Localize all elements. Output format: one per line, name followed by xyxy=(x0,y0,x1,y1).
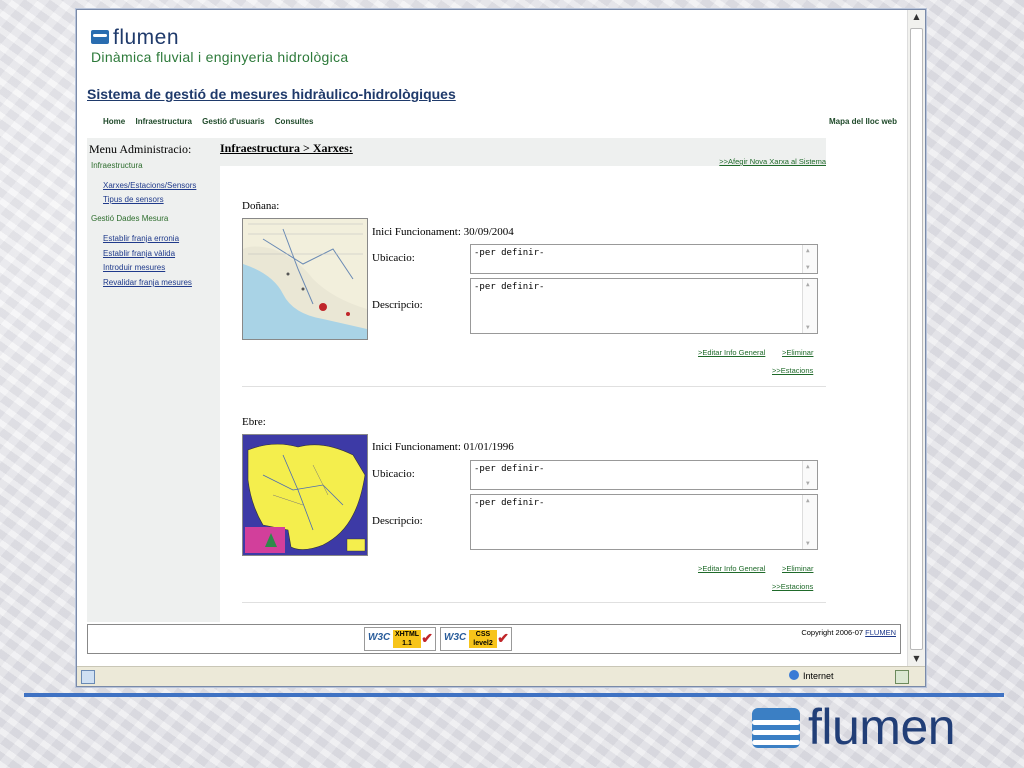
sidebar-group-dades-mesura: Gestió Dades Mesura xyxy=(91,214,169,223)
ebre-stations-link[interactable]: >>Estacions xyxy=(772,582,813,591)
check-icon: ✔ xyxy=(497,630,509,646)
donana-start-label-text: Inici Funcionament: xyxy=(372,226,461,238)
nav-infraestructura[interactable]: Infraestructura xyxy=(135,117,191,126)
flumen-footer-link[interactable]: FLUMEN xyxy=(865,628,896,637)
resize-grip-icon xyxy=(895,670,909,684)
textbox-scrollbar[interactable] xyxy=(802,461,817,489)
ebre-delete-link[interactable]: >Eliminar xyxy=(782,564,813,573)
donana-ubicacio-label: Ubicacio: xyxy=(372,252,415,264)
xhtml-badge-label: XHTML 1.1 xyxy=(393,630,421,648)
ebre-ubicacio-value: -per definir- xyxy=(474,464,545,474)
donana-descripcio-field[interactable]: -per definir- xyxy=(470,278,818,334)
w3c-logo-text: W3C xyxy=(444,632,467,643)
css-badge-label: CSS level2 xyxy=(469,630,497,648)
donana-start-date: 30/09/2004 xyxy=(463,226,514,238)
copyright-text: Copyright 2006-07 xyxy=(801,628,864,637)
donana-edit-link[interactable]: >Editar Info General xyxy=(698,348,765,357)
add-network-link[interactable]: >>Afegir Nova Xarxa al Sistema xyxy=(719,157,826,166)
donana-ubicacio-value: -per definir- xyxy=(474,248,545,258)
ebre-edit-link[interactable]: >Editar Info General xyxy=(698,564,765,573)
nav-home[interactable]: Home xyxy=(103,117,125,126)
section-divider xyxy=(242,602,826,603)
nav-consultes[interactable]: Consultes xyxy=(275,117,314,126)
network-name-donana: Doñana: xyxy=(242,200,280,212)
page-scrollbar[interactable]: ▲ ▼ xyxy=(907,10,925,666)
donana-map-image xyxy=(242,218,368,340)
ebre-start-label-text: Inici Funcionament: xyxy=(372,441,461,453)
browser-window: flumen Dinàmica fluvial i enginyeria hid… xyxy=(76,9,926,687)
sidebar-heading: Menu Administracio: xyxy=(89,142,192,156)
scroll-up-arrow-icon[interactable]: ▲ xyxy=(908,10,925,24)
flumen-logo-icon xyxy=(91,30,109,44)
ebre-descripcio-value: -per definir- xyxy=(474,498,545,508)
sidebar-link-revalidar[interactable]: Revalidar franja mesures xyxy=(103,278,192,287)
ebre-descripcio-label: Descripcio: xyxy=(372,515,423,527)
scroll-down-arrow-icon[interactable]: ▼ xyxy=(908,652,925,666)
sidebar-link-introduir-mesures[interactable]: Introduir mesures xyxy=(103,263,165,272)
donana-descripcio-value: -per definir- xyxy=(474,282,545,292)
check-icon: ✔ xyxy=(421,630,433,646)
browser-status-bar: Internet xyxy=(77,666,925,686)
section-divider xyxy=(242,386,826,387)
site-tagline: Dinàmica fluvial i enginyeria hidrològic… xyxy=(91,49,349,65)
nav-gestio-usuaris[interactable]: Gestió d'usuaris xyxy=(202,117,264,126)
sidebar-link-tipus-sensors[interactable]: Tipus de sensors xyxy=(103,195,164,204)
page-status-icon xyxy=(81,670,95,684)
sidebar-link-franja-valida[interactable]: Establir franja vàlida xyxy=(103,249,175,258)
donana-delete-link[interactable]: >Eliminar xyxy=(782,348,813,357)
breadcrumb: Infraestructura > Xarxes: xyxy=(220,141,353,155)
ebre-map-image xyxy=(242,434,368,556)
sidebar-link-franja-erronia[interactable]: Establir franja erronia xyxy=(103,234,179,243)
slide-logo-text: flumen xyxy=(808,699,956,755)
web-page: flumen Dinàmica fluvial i enginyeria hid… xyxy=(77,10,907,666)
top-navigation: Home Infraestructura Gestió d'usuaris Co… xyxy=(103,117,321,126)
textbox-scrollbar[interactable] xyxy=(802,495,817,549)
ebre-start-label: Inici Funcionament: 01/01/1996 xyxy=(372,441,514,453)
security-zone-label: Internet xyxy=(803,671,834,681)
textbox-scrollbar[interactable] xyxy=(802,245,817,273)
donana-stations-link[interactable]: >>Estacions xyxy=(772,366,813,375)
network-name-ebre: Ebre: xyxy=(242,416,266,428)
copyright: Copyright 2006-07 FLUMEN xyxy=(801,628,896,637)
sidebar-link-xarxes[interactable]: Xarxes/Estacions/Sensors xyxy=(103,181,196,190)
scrollbar-thumb[interactable] xyxy=(910,28,923,650)
page-title: Sistema de gestió de mesures hidràulico-… xyxy=(87,86,456,102)
ebre-descripcio-field[interactable]: -per definir- xyxy=(470,494,818,550)
site-logo-text: flumen xyxy=(113,26,180,49)
donana-descripcio-label: Descripcio: xyxy=(372,299,423,311)
flumen-slide-logo-icon xyxy=(752,708,800,748)
donana-ubicacio-field[interactable]: -per definir- xyxy=(470,244,818,274)
main-content: Infraestructura > Xarxes: >>Afegir Nova … xyxy=(220,138,826,622)
sidebar-group-infraestructura: Infraestructura xyxy=(91,161,143,170)
internet-zone-icon xyxy=(789,670,799,680)
slide-divider-line xyxy=(24,693,1004,697)
w3c-xhtml-badge[interactable]: W3C XHTML 1.1 ✔ xyxy=(364,627,436,651)
w3c-logo-text: W3C xyxy=(368,632,391,643)
breadcrumb-bar: Infraestructura > Xarxes: >>Afegir Nova … xyxy=(220,138,826,166)
ebre-ubicacio-field[interactable]: -per definir- xyxy=(470,460,818,490)
sitemap-link[interactable]: Mapa del lloc web xyxy=(829,117,897,126)
donana-start-label: Inici Funcionament: 30/09/2004 xyxy=(372,226,514,238)
ebre-start-date: 01/01/1996 xyxy=(463,441,514,453)
page-footer: W3C XHTML 1.1 ✔ W3C CSS level2 ✔ Copyrig… xyxy=(87,624,901,654)
w3c-css-badge[interactable]: W3C CSS level2 ✔ xyxy=(440,627,512,651)
admin-sidebar: Menu Administracio: Infraestructura Xarx… xyxy=(87,138,220,622)
ebre-ubicacio-label: Ubicacio: xyxy=(372,468,415,480)
textbox-scrollbar[interactable] xyxy=(802,279,817,333)
